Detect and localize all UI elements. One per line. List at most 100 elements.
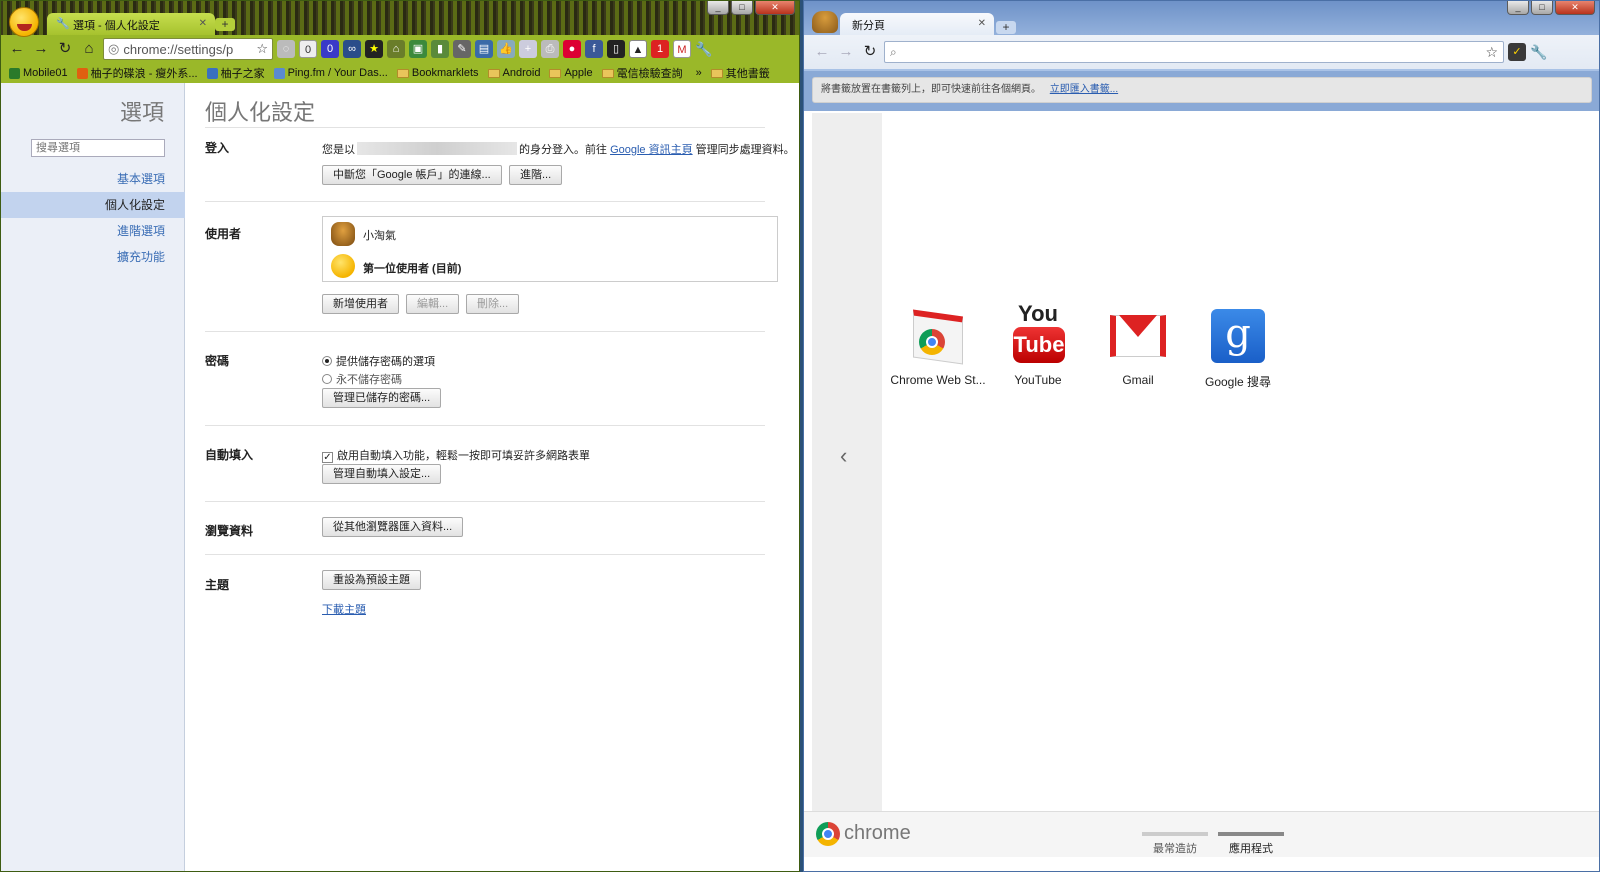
- star-icon[interactable]: ☆: [256, 41, 268, 57]
- bookmark-item[interactable]: Mobile01: [9, 67, 68, 79]
- ext-facebook-icon[interactable]: f: [585, 40, 603, 58]
- ext-like-icon[interactable]: 👍: [497, 40, 515, 58]
- star-icon[interactable]: ☆: [1485, 44, 1498, 61]
- reload-icon[interactable]: ↻: [55, 39, 75, 59]
- edit-user-button[interactable]: 編輯...: [406, 294, 460, 314]
- ext-gate-icon[interactable]: ⌂: [387, 40, 405, 58]
- reload-icon[interactable]: ↻: [860, 42, 880, 62]
- bookmark-label: Ping.fm / Your Das...: [287, 67, 388, 79]
- wrench-menu-icon[interactable]: 🔧: [695, 40, 713, 58]
- bookmark-item[interactable]: Ping.fm / Your Das...: [273, 67, 388, 79]
- tab-settings[interactable]: 🔧 選項 - 個人化設定 ✕: [47, 13, 215, 35]
- ext-photo-icon[interactable]: ▣: [409, 40, 427, 58]
- divider: [205, 331, 765, 332]
- new-tab-icon[interactable]: +: [215, 18, 235, 31]
- forward-icon[interactable]: →: [836, 42, 856, 62]
- sidebar-item-extensions[interactable]: 擴充功能: [1, 244, 185, 270]
- import-data-button[interactable]: 從其他瀏覽器匯入資料...: [322, 517, 464, 537]
- radio-never-save[interactable]: 永不儲存密碼: [322, 371, 402, 387]
- get-themes-link[interactable]: 下載主題: [322, 601, 366, 617]
- sync-advanced-button[interactable]: 進階...: [509, 165, 563, 185]
- new-tab-icon[interactable]: +: [996, 21, 1016, 34]
- ext-counter-icon[interactable]: 0: [299, 40, 317, 58]
- ext-phone-icon[interactable]: ▮: [431, 40, 449, 58]
- delete-user-button[interactable]: 刪除...: [466, 294, 520, 314]
- app-google-search[interactable]: g Google 搜尋: [1188, 307, 1288, 390]
- disconnect-account-button[interactable]: 中斷您「Google 帳戶」的連線...: [322, 165, 502, 185]
- maximize-button[interactable]: □: [731, 1, 753, 15]
- page-title: 個人化設定: [205, 100, 316, 125]
- burger-avatar-icon: [331, 222, 355, 246]
- profile-avatar-icon[interactable]: [9, 7, 39, 37]
- app-label: Google 搜尋: [1204, 375, 1272, 389]
- bookmark-folder[interactable]: Bookmarklets: [396, 67, 479, 79]
- page-icon: ◎: [108, 41, 120, 56]
- home-icon[interactable]: ⌂: [79, 39, 99, 59]
- minimize-button[interactable]: _: [1507, 1, 1529, 15]
- bookmark-folder[interactable]: Android: [487, 67, 540, 79]
- search-input[interactable]: [31, 139, 165, 157]
- tab-new-tab[interactable]: 新分頁 ✕: [840, 13, 994, 35]
- maximize-button[interactable]: □: [1531, 1, 1553, 15]
- sidebar-item-basics[interactable]: 基本選項: [1, 166, 185, 192]
- user-name[interactable]: 小淘氣: [363, 227, 396, 243]
- section-label-themes: 主題: [205, 578, 230, 592]
- import-bookmarks-link[interactable]: 立即匯入書籤...: [1050, 84, 1118, 95]
- wrench-menu-icon[interactable]: 🔧: [1530, 43, 1548, 61]
- autofill-checkbox[interactable]: ✓ 啟用自動填入功能，輕鬆一按即可填妥許多網路表單: [322, 447, 590, 463]
- tab-apps[interactable]: 應用程式: [1218, 832, 1284, 856]
- omnibox[interactable]: ◎ chrome://settings/p ☆: [103, 38, 273, 60]
- new-tab-page: ‹ Chrome Web St... You Tube YouTube Gmai…: [804, 111, 1599, 871]
- ext-tool-icon[interactable]: ✎: [453, 40, 471, 58]
- section-label-users: 使用者: [205, 227, 242, 241]
- ext-binoculars-icon[interactable]: ∞: [343, 40, 361, 58]
- bookmark-item[interactable]: 柚子之家: [206, 65, 265, 81]
- tab-most-visited[interactable]: 最常造訪: [1142, 832, 1208, 856]
- add-user-button[interactable]: 新增使用者: [322, 294, 399, 314]
- app-chrome-web-store[interactable]: Chrome Web St...: [888, 307, 988, 387]
- ext-plus-icon[interactable]: +: [519, 40, 537, 58]
- manage-autofill-button[interactable]: 管理自動填入設定...: [322, 464, 442, 484]
- close-window-button[interactable]: ✕: [755, 1, 795, 15]
- ext-gmail-icon[interactable]: M: [673, 40, 691, 58]
- close-window-button[interactable]: ✕: [1555, 1, 1595, 15]
- profile-burger-icon[interactable]: [812, 11, 838, 33]
- left-toolbar: ← → ↻ ⌂ ◎ chrome://settings/p ☆ ◌ 0 0 ∞ …: [1, 35, 799, 63]
- close-icon[interactable]: ✕: [199, 18, 207, 29]
- minimize-button[interactable]: _: [707, 1, 729, 15]
- ext-badge-icon[interactable]: 1: [651, 40, 669, 58]
- back-icon[interactable]: ←: [812, 42, 832, 62]
- other-bookmarks-folder[interactable]: 其他書籤: [710, 65, 770, 81]
- manage-passwords-button[interactable]: 管理已儲存的密碼...: [322, 388, 442, 408]
- app-youtube[interactable]: You Tube YouTube: [988, 303, 1088, 387]
- ext-print-icon[interactable]: ⎙: [541, 40, 559, 58]
- ext-check-icon[interactable]: ✓: [1508, 43, 1526, 61]
- radio-offer-save[interactable]: 提供儲存密碼的選項: [322, 353, 435, 369]
- sidebar-item-advanced[interactable]: 進階選項: [1, 218, 185, 244]
- ext-android-icon[interactable]: ▲: [629, 40, 647, 58]
- youtube-icon: You Tube: [1009, 303, 1067, 365]
- bookmark-folder[interactable]: Apple: [549, 67, 593, 79]
- bookmark-folder[interactable]: 電信檢驗查詢: [601, 65, 683, 81]
- reset-theme-button[interactable]: 重設為預設主題: [322, 570, 421, 590]
- ext-opera-icon[interactable]: 0: [321, 40, 339, 58]
- chevron-left-icon[interactable]: ‹: [840, 443, 847, 469]
- close-icon[interactable]: ✕: [978, 18, 986, 29]
- divider: [205, 127, 765, 128]
- ext-note-icon[interactable]: ▤: [475, 40, 493, 58]
- omnibox[interactable]: ⌕ ☆: [884, 41, 1504, 63]
- back-icon[interactable]: ←: [7, 39, 27, 59]
- dashboard-link[interactable]: Google 資訊主頁: [610, 144, 693, 156]
- sidebar-item-personal[interactable]: 個人化設定: [1, 192, 185, 218]
- prev-page-pane[interactable]: ‹: [812, 113, 882, 811]
- ext-mobile-icon[interactable]: ▯: [607, 40, 625, 58]
- bookmark-item[interactable]: 柚子的碟浪 - 瘦外系...: [76, 65, 198, 81]
- app-gmail[interactable]: Gmail: [1088, 307, 1188, 387]
- youtube-you-text: You: [1018, 301, 1058, 326]
- ext-star-icon[interactable]: ★: [365, 40, 383, 58]
- bookmarks-overflow-button[interactable]: »: [696, 67, 702, 79]
- ext-search-icon[interactable]: ◌: [277, 40, 295, 58]
- forward-icon[interactable]: →: [31, 39, 51, 59]
- user-name-current[interactable]: 第一位使用者 (目前): [363, 260, 461, 276]
- ext-red-icon[interactable]: ●: [563, 40, 581, 58]
